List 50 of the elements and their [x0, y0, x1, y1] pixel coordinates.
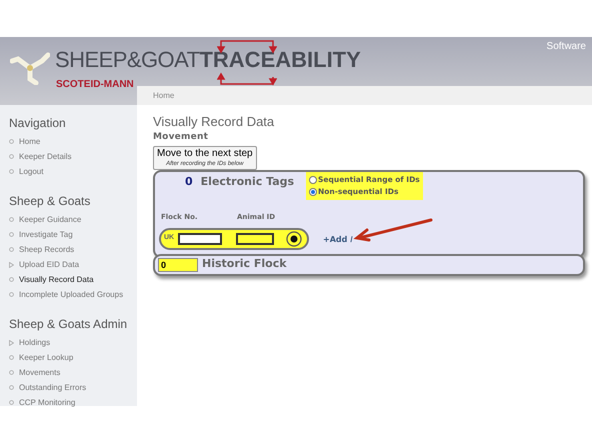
sidebar-item[interactable]: Upload EID Data: [19, 258, 80, 270]
animal-id-field[interactable]: [236, 232, 274, 244]
circle-bullet-icon: [9, 355, 14, 360]
sidebar-item[interactable]: Keeper Guidance: [19, 214, 82, 226]
page-title: Visually Record Data: [153, 115, 276, 129]
sidebar-item[interactable]: Keeper Lookup: [19, 352, 74, 364]
circle-bullet-icon: [9, 154, 14, 159]
tag-hole-icon: [286, 230, 302, 246]
sidebar-item[interactable]: Logout: [19, 166, 44, 178]
brand-subtitle: SCOTEID-MANN: [56, 78, 134, 92]
circle-bullet-icon: [9, 139, 14, 144]
breadcrumb-link[interactable]: Home: [153, 90, 174, 102]
circle-bullet-icon: [9, 247, 14, 252]
software-link[interactable]: Software: [546, 39, 586, 54]
separator-text: /: [350, 234, 353, 246]
circle-bullet-icon: [9, 277, 14, 282]
radio-button[interactable]: [309, 176, 317, 184]
sidebar-item[interactable]: Home: [19, 136, 40, 148]
sidebar-item[interactable]: Incomplete Uploaded Groups: [19, 288, 124, 300]
tag-count: 0: [185, 174, 193, 190]
brand-title-light: SHEEP&GOAT: [55, 49, 200, 71]
circle-bullet-icon: [9, 292, 14, 297]
panel-title: Historic Flock: [202, 256, 287, 272]
sidebar-item[interactable]: Sheep Records: [19, 244, 74, 256]
circle-bullet-icon: [9, 232, 14, 237]
historic-flock-field[interactable]: 0: [158, 258, 198, 272]
sidebar-item[interactable]: Movements: [19, 366, 60, 378]
flock-number-field[interactable]: [178, 232, 222, 244]
circle-bullet-icon: [9, 217, 14, 222]
triskelion-logo-icon: [10, 51, 50, 85]
circle-bullet-icon: [9, 370, 14, 375]
section-label: Movement: [153, 131, 210, 144]
circle-bullet-icon: [9, 169, 14, 174]
sidebar-heading: Sheep & Goats Admin: [9, 316, 128, 332]
triangle-bullet-icon: [9, 340, 14, 346]
triangle-bullet-icon: [9, 262, 14, 268]
add-link[interactable]: +Add: [323, 234, 348, 246]
sidebar-item[interactable]: Holdings: [19, 336, 50, 348]
radio-button[interactable]: [309, 188, 317, 196]
panel-title: Electronic Tags: [200, 174, 294, 190]
brand-title-bold: TRACEABILITY: [199, 49, 361, 71]
sidebar-item[interactable]: Outstanding Errors: [19, 382, 86, 394]
sidebar-item[interactable]: CCP Monitoring: [19, 396, 76, 408]
sidebar-item[interactable]: Investigate Tag: [19, 228, 73, 240]
sidebar-heading: Navigation: [9, 115, 67, 131]
sidebar-item[interactable]: Keeper Details: [19, 150, 72, 162]
sidebar-heading: Sheep & Goats: [9, 193, 92, 209]
sidebar-item[interactable]: Visually Record Data: [19, 274, 94, 286]
circle-bullet-icon: [9, 385, 14, 390]
circle-bullet-icon: [9, 400, 14, 405]
